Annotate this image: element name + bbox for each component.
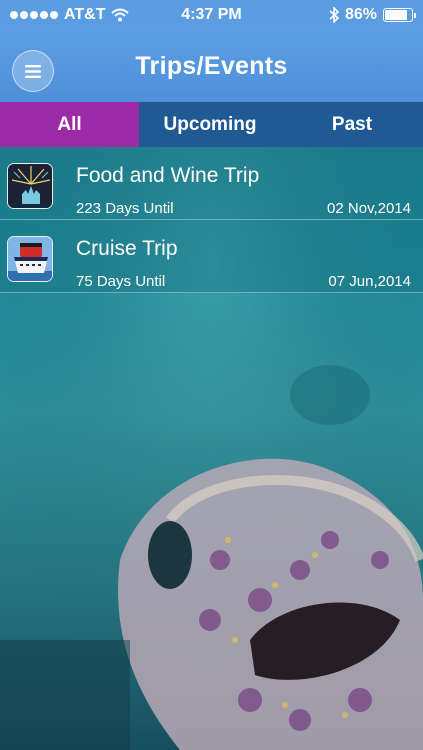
trip-list: Food and Wine Trip 223 Days Until 02 Nov… bbox=[0, 147, 423, 293]
signal-strength-icon bbox=[10, 11, 58, 19]
battery-icon bbox=[382, 8, 416, 22]
battery-percent: 86% bbox=[344, 6, 377, 23]
page-title: Trips/Events bbox=[135, 51, 288, 80]
status-bar: AT&T 4:37 PM 86% bbox=[0, 0, 423, 30]
carrier-signal: AT&T bbox=[10, 6, 144, 24]
fireworks-castle-thumbnail bbox=[7, 163, 53, 209]
trip-list-item[interactable]: Cruise Trip 75 Days Until 07 Jun,2014 bbox=[0, 220, 423, 293]
tab-past[interactable]: Past bbox=[281, 102, 423, 147]
trip-title: Food and Wine Trip bbox=[76, 164, 260, 187]
cruise-ship-thumbnail bbox=[7, 236, 53, 282]
trip-list-item[interactable]: Food and Wine Trip 223 Days Until 02 Nov… bbox=[0, 147, 423, 220]
menu-button[interactable] bbox=[12, 50, 54, 92]
status-time: 4:37 PM bbox=[181, 6, 242, 23]
trip-date: 02 Nov,2014 bbox=[327, 200, 411, 217]
battery-fill bbox=[384, 10, 408, 20]
wifi-icon bbox=[111, 8, 130, 22]
navigation-bar: Trips/Events bbox=[0, 30, 423, 102]
carrier-label: AT&T bbox=[64, 6, 106, 23]
trip-days-until: 75 Days Until bbox=[76, 273, 166, 290]
tab-all[interactable]: All bbox=[0, 102, 139, 147]
status-right: 86% bbox=[279, 6, 416, 24]
hamburger-menu-icon bbox=[25, 64, 41, 78]
segmented-tabs: All Upcoming Past bbox=[0, 102, 423, 147]
trip-days-until: 223 Days Until bbox=[76, 200, 174, 217]
bluetooth-icon bbox=[329, 7, 339, 23]
trip-date: 07 Jun,2014 bbox=[328, 273, 411, 290]
tab-upcoming[interactable]: Upcoming bbox=[139, 102, 281, 147]
trip-title: Cruise Trip bbox=[76, 237, 178, 260]
